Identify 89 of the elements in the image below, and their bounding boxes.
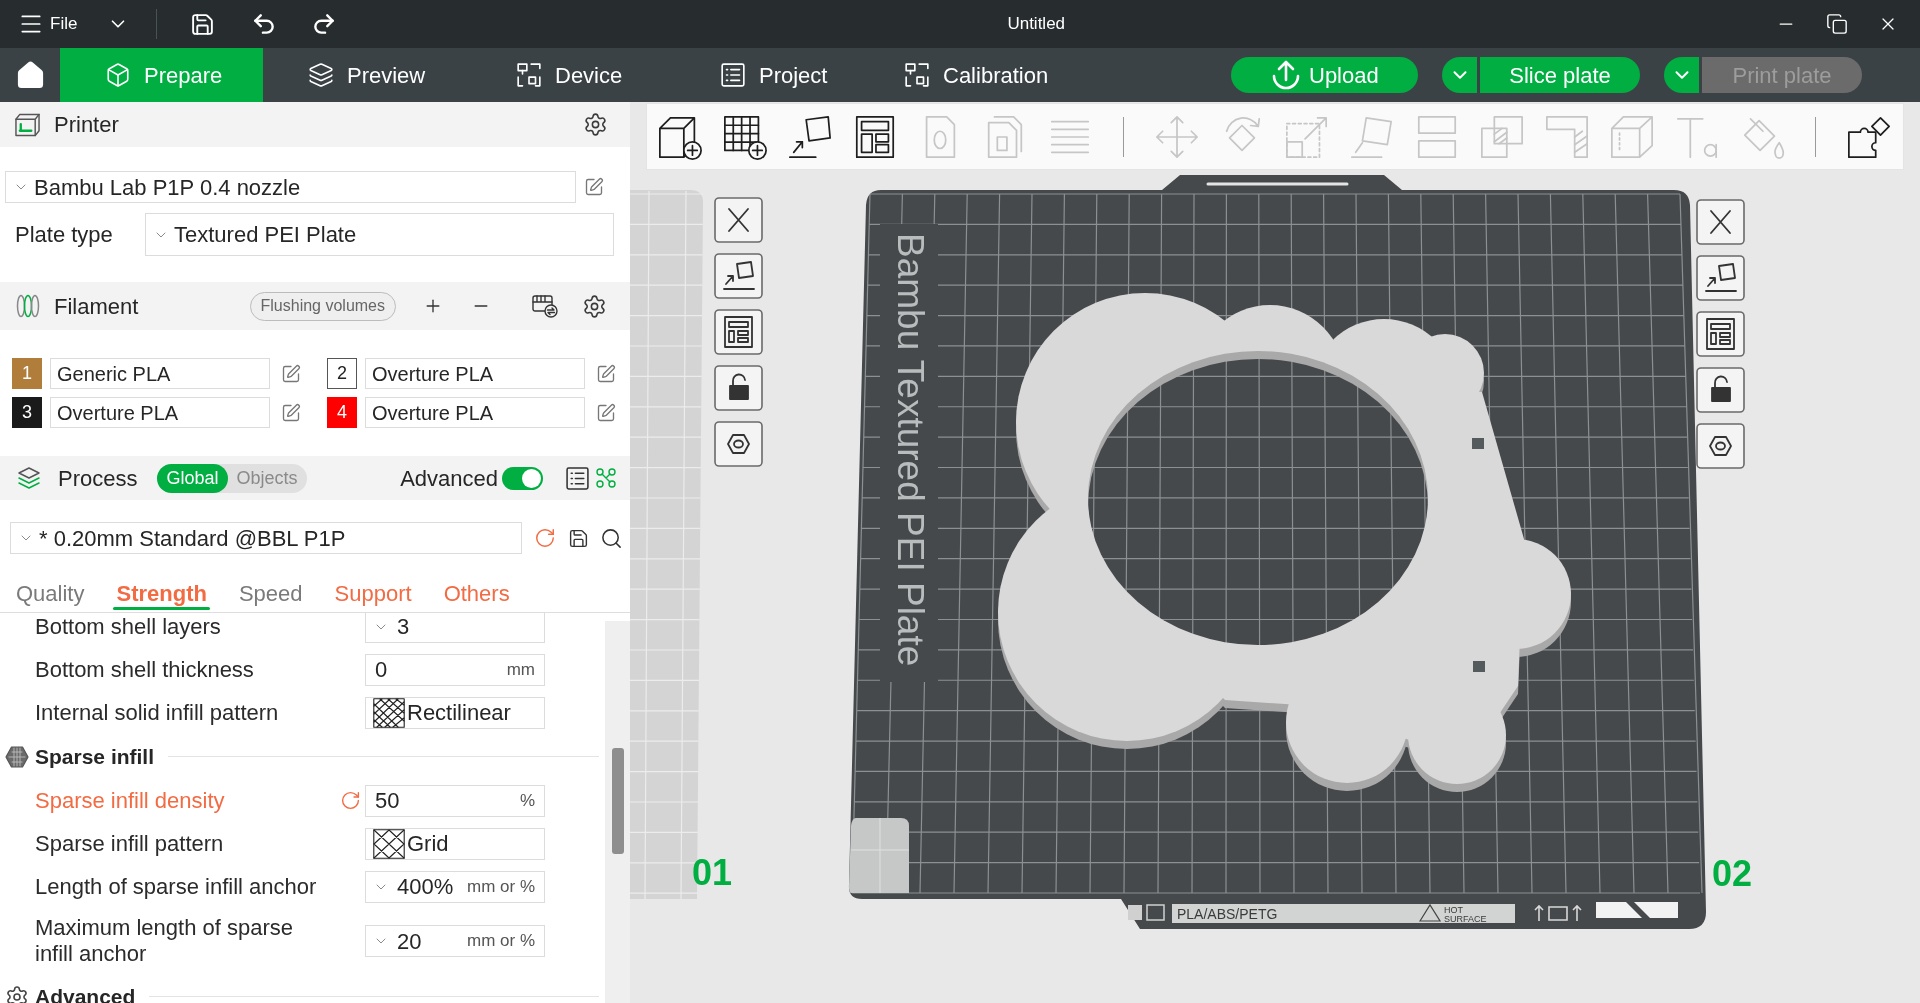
edit-icon[interactable] bbox=[596, 402, 616, 423]
tilted-square-icon[interactable] bbox=[787, 113, 833, 160]
setting-label: Sparse infill pattern bbox=[35, 829, 225, 858]
layout-icon[interactable] bbox=[1696, 311, 1745, 357]
list-icon bbox=[565, 465, 590, 491]
combo-field[interactable]: 400% mm or % bbox=[365, 870, 545, 903]
crosshatch-icon bbox=[373, 697, 405, 728]
layers-icon bbox=[17, 466, 41, 490]
filament-select[interactable]: Overture PLA bbox=[50, 397, 270, 428]
combo-field[interactable]: 20 mm or % bbox=[365, 925, 545, 957]
hexagon-grid-icon bbox=[5, 745, 29, 768]
scrollbar[interactable] bbox=[605, 621, 630, 1003]
setting-label: Maximum length of sparse infill anchor bbox=[35, 914, 294, 968]
settings-tab[interactable]: Speed bbox=[235, 574, 306, 612]
advanced-label: Advanced bbox=[400, 464, 498, 493]
filament-number[interactable]: 4 bbox=[327, 397, 357, 428]
refresh-icon[interactable] bbox=[339, 790, 361, 811]
tilted-square-icon[interactable] bbox=[714, 253, 763, 299]
restore-icon[interactable] bbox=[1826, 13, 1848, 35]
pattern-select[interactable]: Rectilinear bbox=[365, 696, 545, 729]
field-label: Plate type bbox=[15, 221, 113, 249]
padlock-icon[interactable] bbox=[714, 365, 763, 411]
printer-select[interactable]: Bambu Lab P1P 0.4 nozzle bbox=[5, 171, 576, 203]
filament-number[interactable]: 1 bbox=[12, 358, 42, 389]
warning-text: HOT bbox=[1444, 905, 1463, 915]
plate-number: 02 bbox=[1712, 853, 1753, 894]
settings-icon[interactable] bbox=[582, 293, 607, 319]
layers-icon bbox=[308, 62, 334, 88]
list-icon bbox=[720, 62, 746, 88]
plate-text: Bambu Textured PEI Plate bbox=[890, 233, 931, 667]
rings-icon bbox=[16, 294, 40, 318]
input-field[interactable]: 0 mm bbox=[365, 653, 545, 686]
filament-number[interactable]: 2 bbox=[327, 358, 357, 389]
plate-label: PLA/ABS/PETG bbox=[1177, 906, 1278, 922]
section-title: Filament bbox=[54, 292, 139, 321]
setting-label: Internal solid infill pattern bbox=[35, 698, 280, 727]
grid-plus-icon[interactable] bbox=[722, 113, 768, 160]
close-icon[interactable] bbox=[1696, 199, 1745, 245]
pattern-select[interactable]: Grid bbox=[365, 827, 545, 860]
cube-icon bbox=[105, 62, 131, 88]
frame-corners-icon bbox=[516, 62, 542, 88]
edit-icon[interactable] bbox=[596, 363, 616, 384]
dropdown-button[interactable] bbox=[1664, 57, 1699, 93]
edit-icon[interactable] bbox=[584, 177, 604, 197]
filament-select[interactable]: Overture PLA bbox=[365, 358, 585, 389]
setting-label: Sparse infill density bbox=[35, 786, 226, 815]
frame-corners-icon bbox=[904, 62, 930, 88]
filament-select[interactable]: Generic PLA bbox=[50, 358, 270, 389]
crosshatch-icon bbox=[373, 828, 405, 859]
section-title: Sparse infill bbox=[35, 743, 155, 770]
dropdown-button[interactable] bbox=[1442, 57, 1477, 93]
grid-swap-icon[interactable] bbox=[532, 294, 558, 318]
main-tab[interactable]: Calibration bbox=[859, 48, 1059, 102]
combo-field[interactable]: 3 bbox=[365, 613, 545, 643]
tilted-square-icon[interactable] bbox=[1696, 255, 1745, 301]
process-preset-select[interactable]: * 0.20mm Standard @BBL P1P bbox=[10, 522, 522, 554]
file-menu-button[interactable]: File bbox=[18, 7, 78, 41]
toggle-switch[interactable] bbox=[502, 466, 543, 490]
close-icon[interactable] bbox=[714, 197, 763, 243]
section-title: Process bbox=[58, 464, 138, 493]
layout-icon[interactable] bbox=[714, 309, 763, 355]
save-icon[interactable] bbox=[190, 11, 216, 37]
upload-icon bbox=[1271, 60, 1301, 90]
main-tab[interactable]: Device bbox=[471, 48, 675, 102]
network-icon[interactable] bbox=[596, 468, 616, 488]
warning-text: SURFACE bbox=[1444, 913, 1487, 924]
refresh-icon[interactable] bbox=[534, 527, 556, 549]
setting-label: Length of sparse infill anchor bbox=[35, 872, 318, 901]
settings-tab[interactable]: Quality bbox=[13, 574, 88, 612]
plate-type-select[interactable]: Textured PEI Plate bbox=[145, 213, 614, 256]
flushing-volumes-button[interactable]: Flushing volumes bbox=[249, 291, 396, 321]
section-title: Printer bbox=[54, 111, 119, 139]
gear-icon bbox=[5, 984, 29, 1003]
edit-icon[interactable] bbox=[281, 402, 301, 423]
input-field[interactable]: 50 % bbox=[365, 784, 545, 817]
box-icon bbox=[15, 112, 40, 137]
window-title: Untitled bbox=[1007, 13, 1066, 36]
filament-select[interactable]: Overture PLA bbox=[365, 397, 585, 428]
setting-label: Bottom shell thickness bbox=[35, 655, 255, 684]
plate-number: 01 bbox=[692, 852, 733, 893]
main-tab[interactable]: Preview bbox=[263, 48, 471, 102]
filament-number[interactable]: 3 bbox=[12, 397, 42, 428]
search-icon[interactable] bbox=[600, 526, 623, 550]
edit-icon[interactable] bbox=[281, 363, 301, 384]
setting-label: Bottom shell layers bbox=[35, 613, 222, 641]
padlock-icon[interactable] bbox=[1696, 367, 1745, 413]
settings-icon[interactable] bbox=[583, 112, 608, 137]
main-tab[interactable]: Project bbox=[675, 48, 859, 102]
save-icon[interactable] bbox=[568, 527, 589, 549]
